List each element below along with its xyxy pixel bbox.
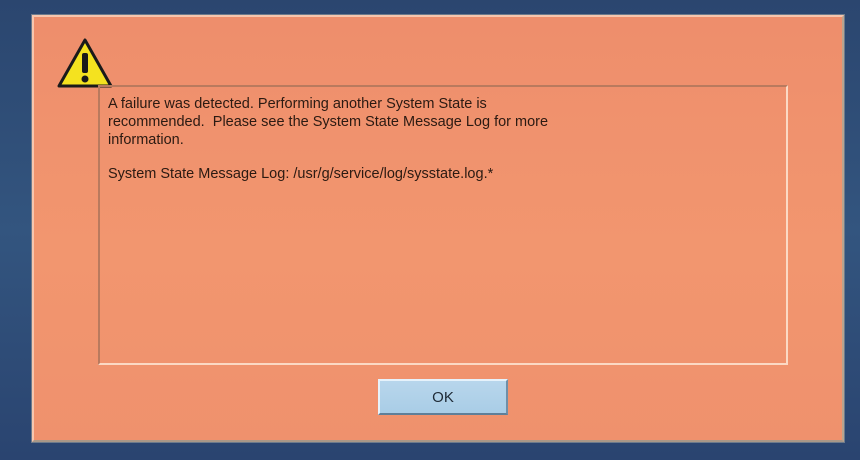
log-path-line: System State Message Log: /usr/g/service… (108, 166, 494, 182)
message-box: A failure was detected. Performing anoth… (98, 85, 788, 365)
warning-triangle-icon (57, 38, 113, 88)
message-line: information. (108, 132, 184, 148)
ok-button[interactable]: OK (378, 379, 508, 415)
message-spacer (108, 149, 778, 165)
error-dialog: A failure was detected. Performing anoth… (32, 15, 844, 442)
message-line: A failure was detected. Performing anoth… (108, 96, 487, 112)
message-line: recommended. Please see the System State… (108, 114, 549, 130)
